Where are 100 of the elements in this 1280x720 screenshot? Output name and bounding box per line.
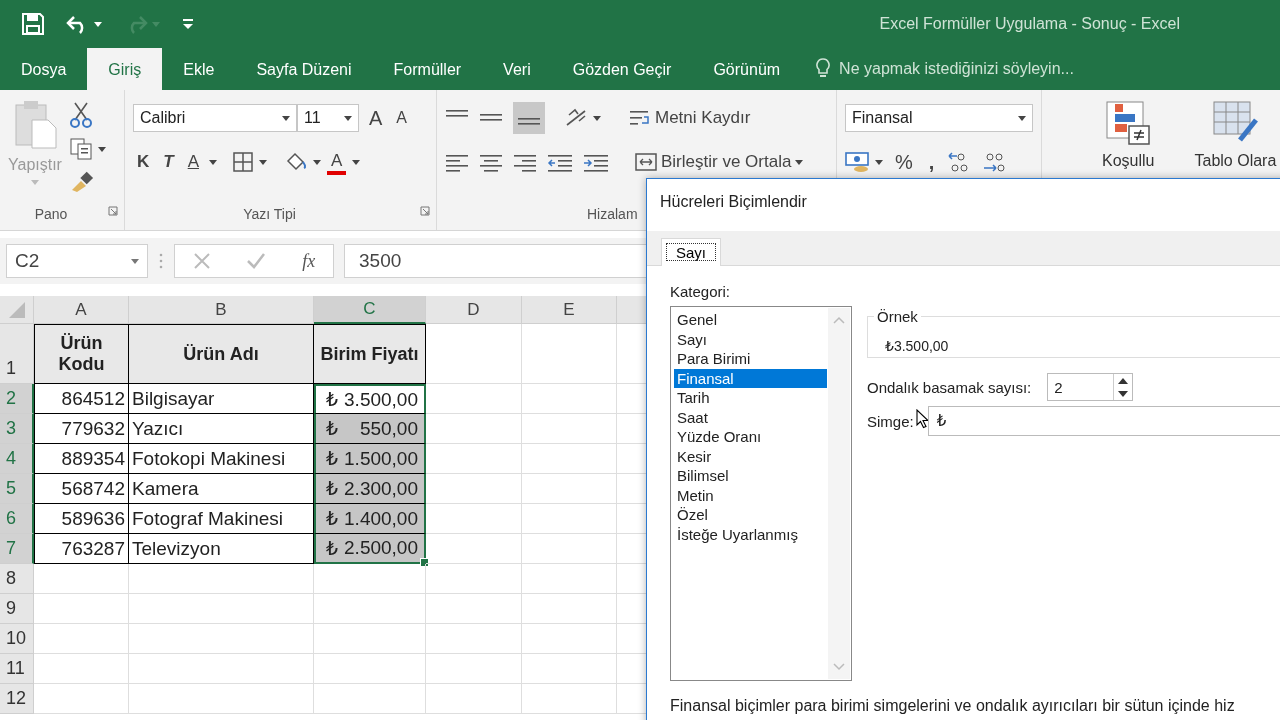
lightbulb-icon[interactable] [815, 58, 832, 80]
bold-button[interactable]: K [133, 150, 154, 174]
empty-cell[interactable] [129, 654, 314, 684]
insert-function-button[interactable]: fx [302, 250, 316, 272]
row-header[interactable]: 11 [0, 654, 34, 684]
empty-cell[interactable] [522, 534, 617, 564]
category-item[interactable]: Saat [674, 407, 827, 427]
symbol-field[interactable]: ₺ [927, 406, 1280, 436]
row-header[interactable]: 8 [0, 564, 34, 594]
dropdown-caret-icon[interactable] [875, 159, 883, 165]
empty-cell[interactable] [522, 654, 617, 684]
italic-button[interactable]: T [159, 150, 178, 174]
spin-down-icon[interactable] [1118, 390, 1129, 397]
tell-me-field[interactable]: Ne yapmak istediğinizi söyleyin... [837, 59, 1142, 79]
row-header[interactable]: 7 [0, 534, 34, 564]
category-item[interactable]: Para Birimi [674, 349, 827, 369]
empty-cell[interactable] [426, 654, 522, 684]
grow-font-button[interactable]: A [365, 104, 387, 132]
dropdown-caret-icon[interactable] [259, 159, 267, 165]
dialog-launcher-icon[interactable] [108, 206, 118, 216]
decrease-indent-icon[interactable] [547, 152, 573, 172]
align-left-icon[interactable] [445, 152, 469, 172]
name-box[interactable]: C2 [6, 244, 148, 278]
empty-cell[interactable] [522, 384, 617, 414]
category-item[interactable]: Genel [674, 310, 827, 330]
empty-cell[interactable] [426, 564, 522, 594]
number-format-combo[interactable]: Finansal [845, 104, 1033, 132]
column-header[interactable]: E [522, 296, 617, 324]
empty-cell[interactable] [129, 564, 314, 594]
check-icon[interactable] [246, 252, 267, 270]
column-header[interactable]: A [34, 296, 129, 324]
scissors-icon[interactable] [69, 102, 92, 128]
category-item[interactable]: Tarih [674, 388, 827, 408]
empty-cell[interactable] [426, 384, 522, 414]
ribbon-tab[interactable]: Formüller [372, 48, 483, 90]
scroll-down-icon[interactable] [833, 663, 845, 671]
scroll-up-icon[interactable] [833, 316, 845, 324]
percent-button[interactable]: % [891, 148, 917, 176]
column-header[interactable]: B [129, 296, 314, 324]
dropdown-caret-icon[interactable] [1018, 115, 1026, 121]
row-header[interactable]: 5 [0, 474, 34, 504]
row-header[interactable]: 12 [0, 684, 34, 714]
row-header[interactable]: 2 [0, 384, 34, 414]
empty-cell[interactable] [522, 564, 617, 594]
dropdown-caret-icon[interactable] [131, 258, 139, 264]
empty-cell[interactable] [522, 594, 617, 624]
dropdown-caret-icon[interactable] [209, 159, 217, 165]
row-header[interactable]: 4 [0, 444, 34, 474]
dialog-tab[interactable]: Sayı [661, 238, 721, 266]
dropdown-caret-icon[interactable] [795, 159, 804, 165]
font-size-combo[interactable]: 11 [297, 104, 359, 132]
ribbon-tab[interactable]: Giriş [87, 48, 163, 90]
empty-cell[interactable] [522, 504, 617, 534]
ribbon-tab[interactable]: Sayfa Düzeni [235, 48, 373, 90]
row-header[interactable]: 1 [0, 324, 34, 384]
dropdown-caret-icon[interactable] [97, 146, 106, 152]
category-item[interactable]: Yüzde Oranı [674, 427, 827, 447]
empty-cell[interactable] [522, 474, 617, 504]
copy-icon[interactable] [69, 138, 94, 160]
fill-bucket-icon[interactable] [285, 152, 307, 172]
empty-cell[interactable] [314, 654, 426, 684]
dropdown-caret-icon[interactable] [313, 159, 321, 165]
empty-cell[interactable] [129, 594, 314, 624]
category-item[interactable]: İsteğe Uyarlanmış [674, 524, 827, 544]
borders-icon[interactable] [233, 152, 253, 172]
category-item[interactable]: Kesir [674, 446, 827, 466]
comma-button[interactable]: , [924, 148, 939, 176]
row-header[interactable]: 9 [0, 594, 34, 624]
increase-indent-icon[interactable] [583, 152, 609, 172]
empty-cell[interactable] [522, 624, 617, 654]
category-list[interactable]: Genel Sayı Para Birimi Finansal Tarih Saat Yüzde Oranı Kesir Bilimsel Metin Özel İsteğe Uyarlanmış [670, 306, 852, 681]
font-name-combo[interactable]: Calibri [133, 104, 297, 132]
font-color-button[interactable]: A [327, 149, 347, 175]
dropdown-caret-icon[interactable] [593, 115, 601, 121]
dropdown-caret-icon[interactable] [282, 115, 290, 121]
align-right-icon[interactable] [513, 152, 537, 172]
ribbon-tab[interactable]: Veri [482, 48, 552, 90]
column-header[interactable]: D [426, 296, 522, 324]
underline-button[interactable]: A [183, 150, 203, 174]
category-item[interactable]: Metin [674, 485, 827, 505]
empty-cell[interactable] [314, 684, 426, 714]
empty-cell[interactable] [522, 414, 617, 444]
ribbon-tab[interactable]: Görünüm [692, 48, 802, 90]
empty-cell[interactable] [426, 624, 522, 654]
empty-cell[interactable] [314, 564, 426, 594]
ribbon-tab[interactable]: Gözden Geçir [551, 48, 693, 90]
category-item[interactable]: Finansal [674, 368, 827, 388]
dialog-launcher-icon[interactable] [420, 206, 430, 216]
dropdown-caret-icon[interactable] [344, 115, 352, 121]
align-center-icon[interactable] [479, 152, 503, 172]
currency-icon[interactable] [845, 151, 871, 173]
decimals-spinner[interactable]: 2 [1047, 373, 1134, 401]
empty-cell[interactable] [426, 594, 522, 624]
shrink-font-button[interactable]: A [392, 107, 411, 129]
row-header[interactable]: 10 [0, 624, 34, 654]
select-all-icon[interactable] [7, 300, 26, 319]
row-header[interactable]: 6 [0, 504, 34, 534]
wrap-text-button[interactable]: Metni Kaydır [625, 106, 755, 130]
column-header[interactable]: C [314, 296, 426, 324]
empty-cell[interactable] [314, 594, 426, 624]
